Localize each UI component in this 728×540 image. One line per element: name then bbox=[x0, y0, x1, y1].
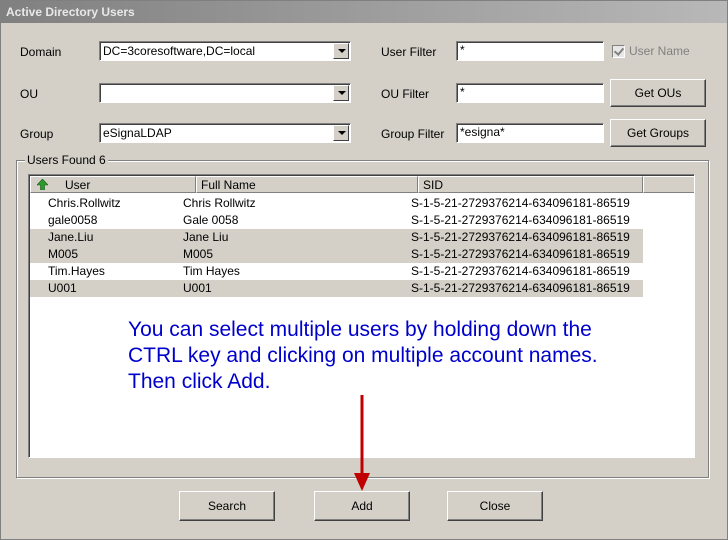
column-header-full-name[interactable]: Full Name bbox=[196, 176, 418, 193]
get-groups-button[interactable]: Get Groups bbox=[610, 119, 706, 147]
column-header-sid-label: SID bbox=[423, 178, 444, 192]
checkmark-icon[interactable] bbox=[612, 44, 625, 58]
table-row[interactable]: gale0058 Gale 0058 S-1-5-21-2729376214-6… bbox=[30, 212, 643, 229]
chevron-down-icon[interactable] bbox=[333, 85, 349, 101]
sid-cell: S-1-5-21-2729376214-634096181-865198... bbox=[411, 264, 630, 278]
sid-cell: S-1-5-21-2729376214-634096181-865198... bbox=[411, 247, 630, 261]
domain-value: DC=3coresoftware,DC=local bbox=[103, 44, 256, 58]
column-header-user[interactable]: User bbox=[30, 176, 196, 193]
users-found-title: Users Found 6 bbox=[25, 153, 108, 167]
full-name-cell: M005 bbox=[183, 247, 214, 261]
domain-label: Domain bbox=[20, 45, 62, 59]
user-cell: Chris.Rollwitz bbox=[48, 196, 121, 210]
column-header-full-name-label: Full Name bbox=[201, 178, 256, 192]
group-label: Group bbox=[20, 127, 54, 141]
instruction-annotation: You can select multiple users by holding… bbox=[128, 318, 598, 393]
ou-filter-input[interactable]: * bbox=[456, 83, 604, 103]
red-down-arrow-icon bbox=[354, 395, 370, 491]
full-name-cell: Chris Rollwitz bbox=[183, 196, 256, 210]
sid-cell: S-1-5-21-2729376214-634096181-865198... bbox=[411, 213, 630, 227]
full-name-cell: Gale 0058 bbox=[183, 213, 239, 227]
table-row[interactable]: Chris.Rollwitz Chris Rollwitz S-1-5-21-2… bbox=[30, 195, 643, 212]
user-cell: Jane.Liu bbox=[48, 230, 94, 244]
chevron-down-icon[interactable] bbox=[333, 43, 349, 59]
group-combobox[interactable]: eSignaLDAP bbox=[99, 123, 351, 143]
active-directory-users-window: Active Directory Users Domain DC=3coreso… bbox=[0, 0, 728, 540]
window-title: Active Directory Users bbox=[1, 1, 727, 23]
ou-combobox[interactable] bbox=[99, 83, 351, 103]
listview-header: User Full Name SID bbox=[30, 176, 694, 193]
full-name-cell: Tim Hayes bbox=[183, 264, 240, 278]
green-up-arrow-icon bbox=[37, 179, 48, 190]
full-name-cell: U001 bbox=[183, 281, 212, 295]
group-filter-input[interactable]: *esigna* bbox=[456, 123, 604, 143]
column-header-user-label: User bbox=[65, 178, 91, 192]
sid-cell: S-1-5-21-2729376214-634096181-865198... bbox=[411, 281, 630, 295]
ou-label: OU bbox=[20, 87, 38, 101]
add-button[interactable]: Add bbox=[314, 491, 410, 521]
sid-cell: S-1-5-21-2729376214-634096181-865198... bbox=[411, 196, 630, 210]
user-cell: M005 bbox=[48, 247, 79, 261]
ou-filter-label: OU Filter bbox=[381, 87, 429, 101]
table-row[interactable]: Tim.Hayes Tim Hayes S-1-5-21-2729376214-… bbox=[30, 263, 643, 280]
user-name-checkbox-label: User Name bbox=[629, 44, 690, 58]
group-filter-label: Group Filter bbox=[381, 127, 445, 141]
table-row[interactable]: Jane.Liu Jane Liu S-1-5-21-2729376214-63… bbox=[30, 229, 643, 246]
column-header-sid[interactable]: SID bbox=[418, 176, 643, 193]
full-name-cell: Jane Liu bbox=[183, 230, 229, 244]
user-cell: Tim.Hayes bbox=[48, 264, 105, 278]
search-button[interactable]: Search bbox=[179, 491, 275, 521]
user-filter-label: User Filter bbox=[381, 45, 437, 59]
domain-combobox[interactable]: DC=3coresoftware,DC=local bbox=[99, 41, 351, 61]
chevron-down-icon[interactable] bbox=[333, 125, 349, 141]
user-filter-input[interactable]: * bbox=[456, 41, 604, 61]
column-header-filler bbox=[643, 176, 694, 193]
sid-cell: S-1-5-21-2729376214-634096181-865198... bbox=[411, 230, 630, 244]
user-cell: gale0058 bbox=[48, 213, 98, 227]
close-button[interactable]: Close bbox=[447, 491, 543, 521]
user-cell: U001 bbox=[48, 281, 77, 295]
table-row[interactable]: U001 U001 S-1-5-21-2729376214-634096181-… bbox=[30, 280, 643, 297]
get-ous-button[interactable]: Get OUs bbox=[610, 79, 706, 107]
user-name-checkbox[interactable]: User Name bbox=[612, 44, 690, 58]
group-value: eSignaLDAP bbox=[103, 126, 172, 140]
table-row[interactable]: M005 M005 S-1-5-21-2729376214-634096181-… bbox=[30, 246, 643, 263]
